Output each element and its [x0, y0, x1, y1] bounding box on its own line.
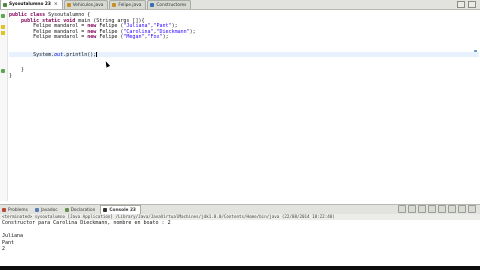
scroll-lock-icon[interactable] [428, 205, 436, 213]
javadoc-icon [34, 208, 39, 212]
tab-declaration[interactable]: Declaration [63, 206, 100, 214]
display-console-icon[interactable] [448, 205, 456, 213]
ruler-mark [474, 50, 477, 52]
java-file-icon [112, 3, 117, 7]
tab-felipe[interactable]: Felipe.java [109, 0, 147, 9]
tab-label: Javadoc [40, 207, 58, 213]
window-bottom-edge [0, 266, 480, 270]
warning-marker-icon [1, 25, 5, 29]
editor-tab-bar: Sysoutalumno 23 × Vehiculos.java Felipe.… [0, 0, 480, 10]
tab-label: Declaration [70, 207, 96, 213]
maximize-icon[interactable] [468, 1, 476, 8]
tab-label: Vehiculos.java [72, 2, 104, 8]
tab-javadoc[interactable]: Javadoc [33, 206, 62, 214]
java-file-icon [66, 3, 71, 7]
maximize-icon[interactable] [468, 205, 476, 213]
console-output: Constructor para Carolina Dieckmann, nom… [0, 220, 480, 253]
declaration-icon [64, 208, 69, 212]
tab-console[interactable]: Console 23 [100, 205, 141, 214]
editor-window-controls [457, 1, 476, 8]
close-icon[interactable]: × [54, 2, 58, 7]
pin-console-icon[interactable] [438, 205, 446, 213]
clear-console-icon[interactable] [418, 205, 426, 213]
warning-marker-icon [1, 31, 5, 35]
remove-launch-icon[interactable] [408, 205, 416, 213]
console-icon [103, 208, 108, 212]
java-file-icon [150, 3, 155, 7]
console-toolbar [398, 205, 476, 213]
tab-problems[interactable]: Problems [0, 206, 32, 214]
console-view[interactable]: <terminated> sysoutalumno [Java Applicat… [0, 214, 480, 270]
tab-sysoutalumno[interactable]: Sysoutalumno 23 × [0, 0, 63, 9]
problems-icon [2, 208, 6, 212]
tab-constructores[interactable]: Constructores [147, 0, 192, 9]
terminate-icon[interactable] [398, 205, 406, 213]
tab-label: Console 23 [109, 207, 136, 213]
console-line: 2 [2, 246, 6, 252]
tab-label: Constructores [156, 2, 187, 8]
code-lines: public class Sysoutalumno { public stati… [9, 12, 479, 85]
override-marker-icon [1, 14, 5, 18]
text-caret [96, 51, 97, 57]
overview-ruler[interactable] [474, 14, 477, 194]
tab-label: Felipe.java [118, 2, 142, 8]
java-file-icon [3, 2, 7, 7]
minimize-icon[interactable] [457, 1, 465, 8]
minimize-icon[interactable] [458, 205, 466, 213]
tab-vehiculos[interactable]: Vehiculos.java [63, 0, 109, 9]
tab-label: Problems [8, 207, 28, 213]
eclipse-window: Sysoutalumno 23 × Vehiculos.java Felipe.… [0, 0, 480, 270]
code-editor[interactable]: public class Sysoutalumno { public stati… [0, 10, 480, 201]
tab-label: Sysoutalumno 23 [9, 2, 51, 7]
breakpoint-marker-icon [1, 69, 5, 73]
editor-gutter [0, 10, 8, 201]
